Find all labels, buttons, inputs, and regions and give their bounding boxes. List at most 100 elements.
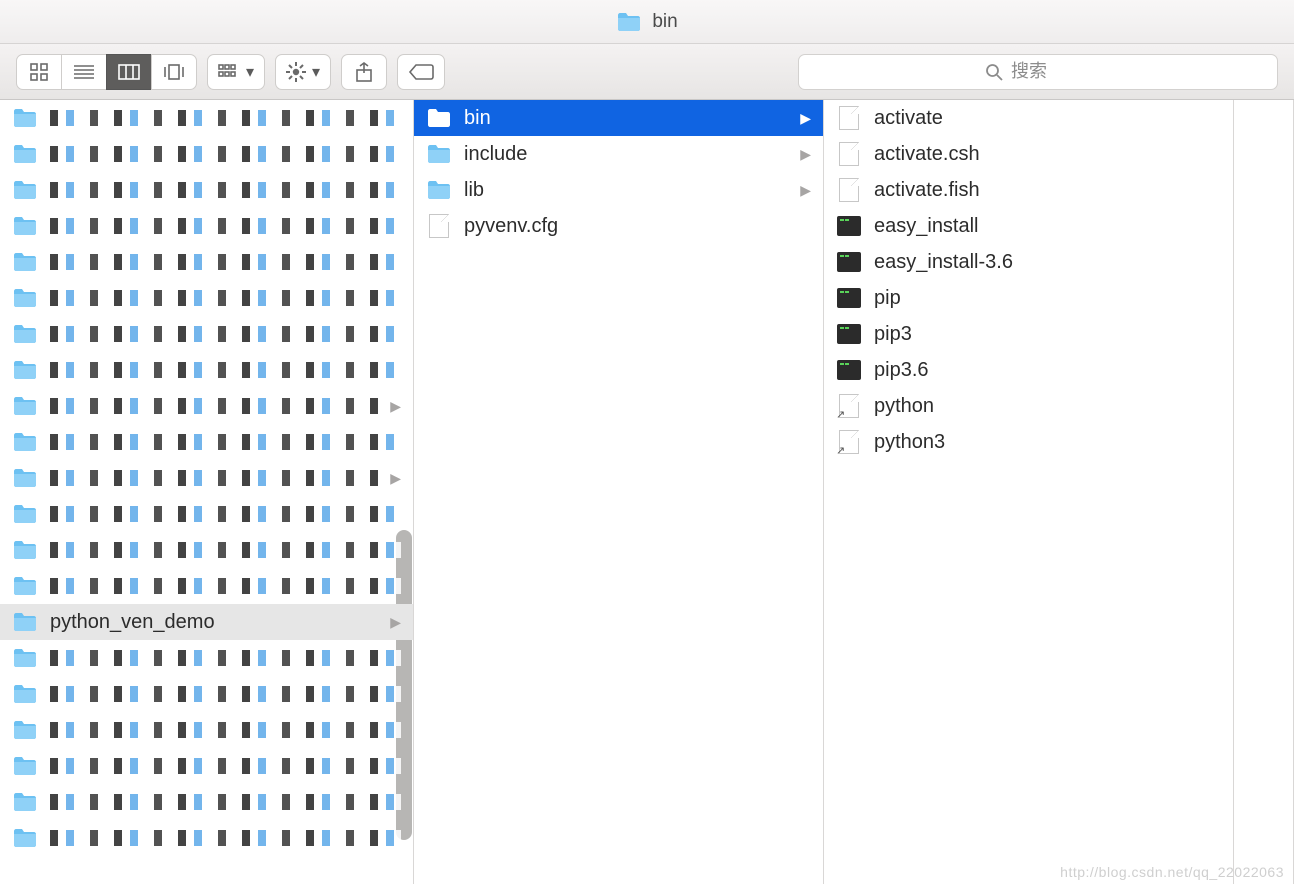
sidebar-item[interactable] (0, 820, 413, 856)
list-item-label: python3 (874, 431, 1221, 454)
list-item[interactable]: activate (824, 100, 1233, 136)
list-item[interactable]: python (824, 388, 1233, 424)
folder-icon (12, 719, 38, 741)
sidebar-item[interactable] (0, 496, 413, 532)
sidebar-item[interactable] (0, 784, 413, 820)
sidebar-item-label (50, 506, 401, 522)
file-icon (836, 431, 862, 453)
exec-icon (836, 359, 862, 381)
exec-icon (836, 215, 862, 237)
folder-icon (12, 647, 38, 669)
sidebar-item[interactable] (0, 748, 413, 784)
file-icon (426, 215, 452, 237)
arrange-button[interactable]: ▾ (207, 54, 265, 90)
sidebar-item[interactable] (0, 640, 413, 676)
sidebar-item-label (50, 470, 378, 486)
sidebar-item[interactable] (0, 208, 413, 244)
chevron-right-icon: ▶ (800, 146, 811, 163)
list-item-label: lib (464, 179, 788, 202)
sidebar-item-label (50, 362, 401, 378)
list-item-label: easy_install (874, 215, 1221, 238)
sidebar-item-label (50, 650, 401, 666)
exec-icon (836, 323, 862, 345)
sidebar-item-label (50, 290, 401, 306)
list-item[interactable]: python3 (824, 424, 1233, 460)
folder-icon (12, 539, 38, 561)
folder-icon (12, 215, 38, 237)
sidebar-item[interactable] (0, 244, 413, 280)
list-item-label: pip3 (874, 323, 1221, 346)
exec-icon (836, 287, 862, 309)
list-item[interactable]: bin▶ (414, 100, 823, 136)
folder-icon (12, 179, 38, 201)
action-button[interactable]: ▾ (275, 54, 331, 90)
sidebar-item-label (50, 542, 401, 558)
search-field[interactable] (798, 54, 1278, 90)
chevron-down-icon: ▾ (246, 62, 254, 82)
view-coverflow-button[interactable] (151, 54, 197, 90)
view-columns-button[interactable] (106, 54, 152, 90)
list-item-label: include (464, 143, 788, 166)
sidebar-item-label (50, 182, 401, 198)
list-item[interactable]: easy_install-3.6 (824, 244, 1233, 280)
sidebar-item[interactable] (0, 532, 413, 568)
folder-icon (12, 683, 38, 705)
folder-icon (12, 431, 38, 453)
sidebar-item[interactable] (0, 352, 413, 388)
view-icons-button[interactable] (16, 54, 62, 90)
list-item-label: activate.csh (874, 143, 1221, 166)
list-item[interactable]: lib ▶ (414, 172, 823, 208)
sidebar-item[interactable] (0, 676, 413, 712)
chevron-right-icon: ▶ (390, 614, 401, 631)
sidebar-item-label (50, 110, 401, 126)
list-item-label: python (874, 395, 1221, 418)
list-item[interactable]: activate.fish (824, 172, 1233, 208)
sidebar-item[interactable] (0, 424, 413, 460)
list-item[interactable]: activate.csh (824, 136, 1233, 172)
sidebar-item[interactable] (0, 280, 413, 316)
sidebar-item[interactable]: python_ven_demo▶ (0, 604, 413, 640)
folder-icon (12, 287, 38, 309)
sidebar-item[interactable] (0, 172, 413, 208)
tags-button[interactable] (397, 54, 445, 90)
chevron-right-icon: ▶ (800, 110, 811, 127)
folder-icon (616, 11, 642, 33)
share-button[interactable] (341, 54, 387, 90)
sidebar-item[interactable]: ▶ (0, 388, 413, 424)
sidebar-item[interactable] (0, 136, 413, 172)
folder-icon (426, 107, 452, 129)
chevron-right-icon: ▶ (800, 182, 811, 199)
folder-icon (12, 503, 38, 525)
folder-icon (12, 467, 38, 489)
folder-icon (426, 179, 452, 201)
sidebar-item[interactable]: ▶ (0, 460, 413, 496)
list-item[interactable]: pyvenv.cfg (414, 208, 823, 244)
list-item[interactable]: pip3 (824, 316, 1233, 352)
list-item-label: activate (874, 107, 1221, 130)
chevron-right-icon: ▶ (390, 470, 401, 487)
list-item-label: easy_install-3.6 (874, 251, 1221, 274)
list-item[interactable]: pip3.6 (824, 352, 1233, 388)
sidebar-item-label (50, 398, 378, 414)
list-item[interactable]: pip (824, 280, 1233, 316)
sidebar-item[interactable] (0, 712, 413, 748)
folder-icon (12, 827, 38, 849)
chevron-right-icon: ▶ (390, 398, 401, 415)
sidebar-item-label (50, 578, 401, 594)
window-title: bin (652, 11, 677, 33)
sidebar-item[interactable] (0, 100, 413, 136)
column-3[interactable]: activate activate.csh activate.fish easy_in… (824, 100, 1234, 884)
sidebar-item-label (50, 326, 401, 342)
sidebar-item[interactable] (0, 568, 413, 604)
column-1[interactable]: ▶▶python_ven_demo▶ (0, 100, 414, 884)
column-2[interactable]: bin▶ include ▶ lib ▶ pyvenv.cfg (414, 100, 824, 884)
view-mode-group (16, 54, 197, 90)
search-input[interactable] (1011, 61, 1091, 82)
folder-icon (12, 359, 38, 381)
sidebar-item[interactable] (0, 316, 413, 352)
list-item[interactable]: include ▶ (414, 136, 823, 172)
watermark: http://blog.csdn.net/qq_22022063 (1060, 864, 1284, 880)
sidebar-item-label (50, 830, 401, 846)
list-item[interactable]: easy_install (824, 208, 1233, 244)
view-list-button[interactable] (61, 54, 107, 90)
